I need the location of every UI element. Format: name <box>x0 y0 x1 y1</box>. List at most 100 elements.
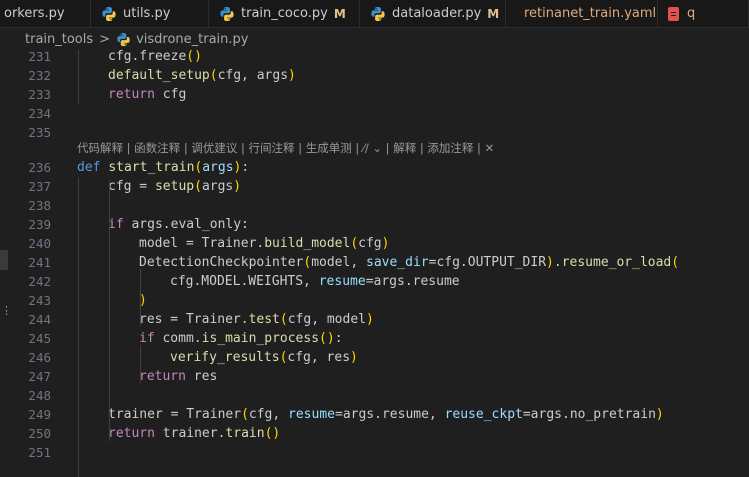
code-token: ) <box>366 312 374 327</box>
tab-bar: orkers.py utils.py train_coco.py Mdataloade… <box>0 0 749 28</box>
code-editor[interactable]: ⋮ 代码解释 | 函数注释 | 调优建议 | 行间注释 | 生成单测 | ⁄∕ … <box>0 47 749 477</box>
code-line[interactable]: 245 if comm.is_main_process(): <box>0 329 749 348</box>
line-number: 243 <box>28 293 51 308</box>
code-token: cfg, args <box>217 68 289 83</box>
code-token: cfg.MODEL.WEIGHTS, <box>170 274 319 289</box>
code-token: args <box>202 160 234 175</box>
line-number: 249 <box>28 407 51 422</box>
code-line[interactable]: 244 res = Trainer.test(cfg, model) <box>0 310 749 329</box>
line-number: 247 <box>28 369 51 384</box>
line-number: 233 <box>28 87 51 102</box>
code-token: () <box>186 49 202 64</box>
code-token: model = Trainer. <box>139 236 265 251</box>
code-line[interactable]: 235 <box>0 123 749 142</box>
line-number: 246 <box>28 350 51 365</box>
line-number: 231 <box>28 49 51 64</box>
code-line[interactable]: 248 <box>0 386 749 405</box>
code-line[interactable]: 250 return trainer.train() <box>0 424 749 443</box>
code-token: reuse_ckpt <box>444 407 523 422</box>
code-token: def <box>77 160 101 175</box>
code-line[interactable]: 243) <box>0 291 749 310</box>
line-number: 250 <box>28 426 51 441</box>
code-text: return trainer.train() <box>108 424 280 443</box>
code-line[interactable]: 238 <box>0 196 749 215</box>
code-line[interactable]: 237 cfg = setup(args) <box>0 177 749 196</box>
code-token: cfg, res <box>287 350 351 365</box>
python-icon <box>219 6 241 22</box>
code-line[interactable]: 246 verify_results(cfg, res) <box>0 348 749 367</box>
code-token: ( <box>671 255 680 270</box>
tab-label: retinanet_train.yaml <box>524 6 657 21</box>
code-token: cfg, <box>248 407 289 422</box>
code-line[interactable]: 251 <box>0 443 749 462</box>
code-token: . <box>553 255 562 270</box>
code-token: ( <box>209 68 218 83</box>
breadcrumb-folder[interactable]: train_tools <box>25 32 93 47</box>
code-token: resume <box>288 407 335 422</box>
code-token: =args.resume <box>365 274 460 289</box>
ai-codelens-actions[interactable]: 代码解释 | 函数注释 | 调优建议 | 行间注释 | 生成单测 | ⁄∕ ⌄ … <box>77 140 494 156</box>
tab[interactable]: train_coco.py M <box>209 0 360 27</box>
python-icon <box>370 6 392 22</box>
code-text: model = Trainer.build_model(cfg) <box>139 234 389 253</box>
code-token: ) <box>350 350 358 365</box>
line-number: 236 <box>28 160 51 175</box>
tab[interactable]: retinanet_train.yamlM <box>506 0 658 27</box>
code-token: comm. <box>154 331 202 346</box>
modified-badge: M <box>487 6 500 21</box>
code-line[interactable]: 234 <box>0 104 749 123</box>
python-icon <box>101 6 123 22</box>
line-number: 244 <box>28 312 51 327</box>
tab-label: orkers.py <box>4 6 65 21</box>
code-token: ) <box>546 255 554 270</box>
tab[interactable]: orkers.py <box>0 0 91 27</box>
code-text: if args.eval_only: <box>108 215 249 234</box>
code-line[interactable]: 249 trainer = Trainer(cfg, resume=args.re… <box>0 405 749 424</box>
code-token: ) <box>381 236 390 251</box>
line-number: 232 <box>28 68 51 83</box>
code-line[interactable]: 241 DetectionCheckpointer (model, save_dir… <box>0 253 749 272</box>
line-number: 237 <box>28 179 51 194</box>
line-number: 241 <box>28 255 51 270</box>
code-token: default_setup <box>108 68 210 83</box>
line-number: 234 <box>28 106 51 121</box>
code-token: =args.resume, <box>335 407 445 422</box>
breadcrumb-file[interactable]: visdrone_train.py <box>136 32 248 47</box>
indent-guide <box>140 269 141 326</box>
code-token: args <box>201 179 234 194</box>
indent-guide <box>109 180 110 441</box>
tab[interactable]: q <box>658 0 749 27</box>
tab[interactable]: dataloader.py M <box>360 0 506 27</box>
tab[interactable]: utils.py <box>91 0 209 27</box>
code-token: train <box>225 426 265 441</box>
code-text: res = Trainer.test(cfg, model) <box>139 310 374 329</box>
code-token: model, <box>311 255 366 270</box>
code-text: default_setup(cfg, args) <box>108 66 296 85</box>
code-token: if <box>108 217 124 232</box>
code-text: cfg.MODEL.WEIGHTS, resume=args.resume <box>170 272 460 291</box>
code-token: res = Trainer. <box>139 312 249 327</box>
code-line[interactable]: 232 default_setup(cfg, args) <box>0 66 749 85</box>
code-line[interactable]: 239 if args.eval_only: <box>0 215 749 234</box>
code-text: cfg.freeze() <box>108 47 202 66</box>
code-text: def start_train(args): <box>77 158 249 177</box>
code-line[interactable]: 231 cfg.freeze() <box>0 47 749 66</box>
code-line[interactable]: 247 return res <box>0 367 749 386</box>
chevron-right-icon: > <box>99 31 111 47</box>
line-number: 235 <box>28 125 51 140</box>
code-line[interactable]: 240 model = Trainer.build_model(cfg) <box>0 234 749 253</box>
code-token: build_model <box>264 236 351 251</box>
code-line[interactable]: 242 cfg.MODEL.WEIGHTS, resume=args.resume <box>0 272 749 291</box>
line-number: 251 <box>28 445 51 460</box>
code-token: is_main_process <box>201 331 320 346</box>
code-token: verify_results <box>170 350 280 365</box>
python-icon <box>117 32 130 46</box>
indent-guide <box>78 177 79 477</box>
code-text: DetectionCheckpointer (model, save_dir=cf… <box>139 253 679 272</box>
code-token: ( <box>194 179 202 194</box>
code-token: cfg.freeze <box>108 49 187 64</box>
code-line[interactable]: 236 def start_train(args): <box>0 158 749 177</box>
line-number: 240 <box>28 236 51 251</box>
line-number: 238 <box>28 198 51 213</box>
code-line[interactable]: 233 return cfg <box>0 85 749 104</box>
